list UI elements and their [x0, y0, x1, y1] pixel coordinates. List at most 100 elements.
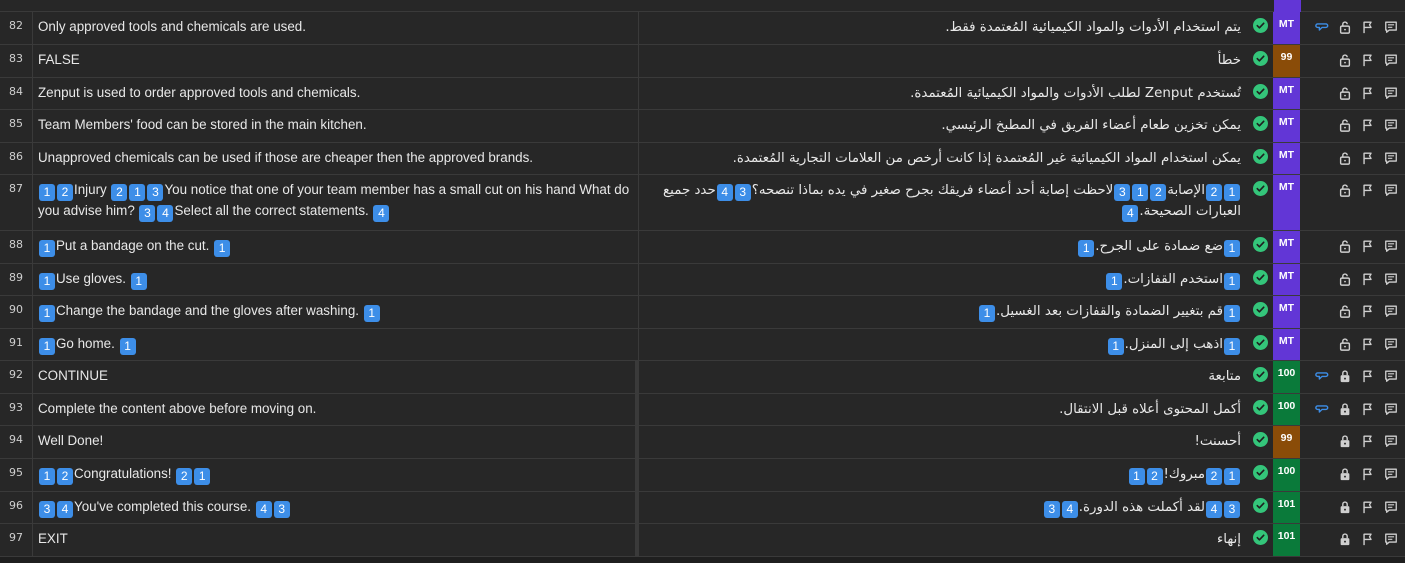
segment-row[interactable]: 92 CONTINUE متابعة 100 — [0, 361, 1405, 394]
flag-icon[interactable] — [1359, 498, 1376, 515]
lock-open-icon[interactable] — [1336, 270, 1353, 287]
lock-icon[interactable] — [1336, 465, 1353, 482]
source-cell[interactable]: 1 Go home. 1 — [33, 329, 639, 360]
segment-row[interactable]: 85 Team Members' food can be stored in th… — [0, 110, 1405, 143]
flag-icon[interactable] — [1359, 432, 1376, 449]
comment-icon[interactable] — [1382, 149, 1399, 166]
lock-open-icon[interactable] — [1336, 181, 1353, 198]
comment-icon[interactable] — [1382, 498, 1399, 515]
lock-open-icon[interactable] — [1336, 51, 1353, 68]
comment-icon[interactable] — [1382, 270, 1399, 287]
flag-icon[interactable] — [1359, 149, 1376, 166]
flag-icon[interactable] — [1359, 270, 1376, 287]
segment-row[interactable]: 87 1 2 Injury 2 1 3 You notice that one of you… — [0, 175, 1405, 231]
segment-row[interactable]: 91 1 Go home. 1 1اذهب إلى المنزل.1 MT — [0, 329, 1405, 361]
comment-icon[interactable] — [1382, 51, 1399, 68]
comment-icon[interactable] — [1382, 400, 1399, 417]
lock-open-icon[interactable] — [1336, 149, 1353, 166]
target-text: مبروك! — [1163, 467, 1205, 482]
segment-row[interactable]: 95 1 2 Congratulations! 2 1 12مبروك!21 100 — [0, 459, 1405, 492]
lock-icon[interactable] — [1336, 498, 1353, 515]
source-cell[interactable]: 1 Change the bandage and the gloves after… — [33, 296, 639, 328]
segment-row[interactable]: 83 FALSE خطأ 99 — [0, 45, 1405, 78]
flag-icon[interactable] — [1359, 465, 1376, 482]
source-cell[interactable]: Zenput is used to order approved tools a… — [33, 78, 639, 109]
segment-row[interactable]: 84 Zenput is used to order approved tools… — [0, 78, 1405, 110]
comment-icon[interactable] — [1382, 181, 1399, 198]
segment-row[interactable]: 96 3 4 You've completed this course. 4 3 34لق… — [0, 492, 1405, 524]
source-cell[interactable]: Unapproved chemicals can be used if thos… — [33, 143, 639, 174]
source-cell[interactable]: Well Done! — [33, 426, 639, 458]
target-cell[interactable]: 12مبروك!21 — [639, 459, 1247, 491]
target-cell[interactable]: 1قم بتغيير الضمادة والقفازات بعد الغسيل.… — [639, 296, 1247, 328]
segment-row[interactable]: 82 Only approved tools and chemicals are … — [0, 12, 1405, 45]
segment-row[interactable]: 90 1 Change the bandage and the gloves aft… — [0, 296, 1405, 329]
lock-open-icon[interactable] — [1336, 237, 1353, 254]
comment-icon[interactable] — [1382, 335, 1399, 352]
segment-row[interactable]: 97 EXIT إنهاء 101 — [0, 524, 1405, 557]
lock-open-icon[interactable] — [1336, 18, 1353, 35]
source-cell[interactable]: 1 2 Congratulations! 21 — [33, 459, 639, 491]
target-cell[interactable]: إنهاء — [639, 524, 1247, 556]
comment-icon[interactable] — [1382, 465, 1399, 482]
target-cell[interactable]: أحسنت! — [639, 426, 1247, 458]
comment-chain-icon[interactable] — [1313, 400, 1330, 417]
target-cell[interactable]: 1اذهب إلى المنزل.1 — [639, 329, 1247, 360]
comment-icon[interactable] — [1382, 84, 1399, 101]
lock-open-icon[interactable] — [1336, 116, 1353, 133]
target-cell[interactable]: 12الإصابة213لاحظت إصابة أحد أعضاء فريقك … — [639, 175, 1247, 230]
target-cell[interactable]: 34لقد أكملت هذه الدورة.43 — [639, 492, 1247, 523]
lock-icon[interactable] — [1336, 530, 1353, 547]
lock-open-icon[interactable] — [1336, 302, 1353, 319]
flag-icon[interactable] — [1359, 181, 1376, 198]
comment-icon[interactable] — [1382, 302, 1399, 319]
lock-open-icon[interactable] — [1336, 335, 1353, 352]
comment-chain-icon[interactable] — [1313, 18, 1330, 35]
source-cell[interactable]: 1 Put a bandage on the cut. 1 — [33, 231, 639, 263]
source-cell[interactable]: Complete the content above before moving… — [33, 394, 639, 425]
target-cell[interactable]: أكمل المحتوى أعلاه قبل الانتقال. — [639, 394, 1247, 425]
source-cell[interactable]: CONTINUE — [33, 361, 639, 393]
segment-row[interactable]: 86 Unapproved chemicals can be used if th… — [0, 143, 1405, 175]
flag-icon[interactable] — [1359, 367, 1376, 384]
lock-icon[interactable] — [1336, 400, 1353, 417]
comment-icon[interactable] — [1382, 432, 1399, 449]
comment-icon[interactable] — [1382, 18, 1399, 35]
flag-icon[interactable] — [1359, 51, 1376, 68]
target-cell[interactable]: يمكن تخزين طعام أعضاء الفريق في المطبخ ا… — [639, 110, 1247, 142]
comment-icon[interactable] — [1382, 367, 1399, 384]
segment-row[interactable]: 89 1 Use gloves. 1 1استخدم القفازات.1 MT — [0, 264, 1405, 296]
target-cell[interactable]: 1ضع ضمادة على الجرح.1 — [639, 231, 1247, 263]
flag-icon[interactable] — [1359, 18, 1376, 35]
flag-icon[interactable] — [1359, 116, 1376, 133]
source-cell[interactable]: 3 4 You've completed this course. 43 — [33, 492, 639, 523]
flag-icon[interactable] — [1359, 84, 1376, 101]
comment-chain-icon[interactable] — [1313, 367, 1330, 384]
target-cell[interactable]: تُستخدم Zenput لطلب الأدوات والمواد الكي… — [639, 78, 1247, 109]
comment-icon[interactable] — [1382, 530, 1399, 547]
segment-row[interactable]: 93 Complete the content above before movi… — [0, 394, 1405, 426]
target-cell[interactable]: متابعة — [639, 361, 1247, 393]
flag-icon[interactable] — [1359, 530, 1376, 547]
source-cell[interactable]: Team Members' food can be stored in the … — [33, 110, 639, 142]
target-cell[interactable]: يمكن استخدام المواد الكيميائية غير المُع… — [639, 143, 1247, 174]
source-cell[interactable]: 1 2 Injury 2 1 3 You notice that one of your … — [33, 175, 639, 230]
target-cell[interactable]: يتم استخدام الأدوات والمواد الكيميائية ا… — [639, 12, 1247, 44]
segment-row[interactable]: 94 Well Done! أحسنت! 99 — [0, 426, 1405, 459]
source-cell[interactable]: 1 Use gloves. 1 — [33, 264, 639, 295]
flag-icon[interactable] — [1359, 335, 1376, 352]
comment-icon[interactable] — [1382, 116, 1399, 133]
target-cell[interactable]: 1استخدم القفازات.1 — [639, 264, 1247, 295]
lock-open-icon[interactable] — [1336, 84, 1353, 101]
lock-icon[interactable] — [1336, 367, 1353, 384]
segment-row[interactable]: 88 1 Put a bandage on the cut. 1 1ضع ضمادة … — [0, 231, 1405, 264]
source-cell[interactable]: Only approved tools and chemicals are us… — [33, 12, 639, 44]
flag-icon[interactable] — [1359, 302, 1376, 319]
source-cell[interactable]: EXIT — [33, 524, 639, 556]
flag-icon[interactable] — [1359, 237, 1376, 254]
flag-icon[interactable] — [1359, 400, 1376, 417]
lock-icon[interactable] — [1336, 432, 1353, 449]
comment-icon[interactable] — [1382, 237, 1399, 254]
source-cell[interactable]: FALSE — [33, 45, 639, 77]
target-cell[interactable]: خطأ — [639, 45, 1247, 77]
